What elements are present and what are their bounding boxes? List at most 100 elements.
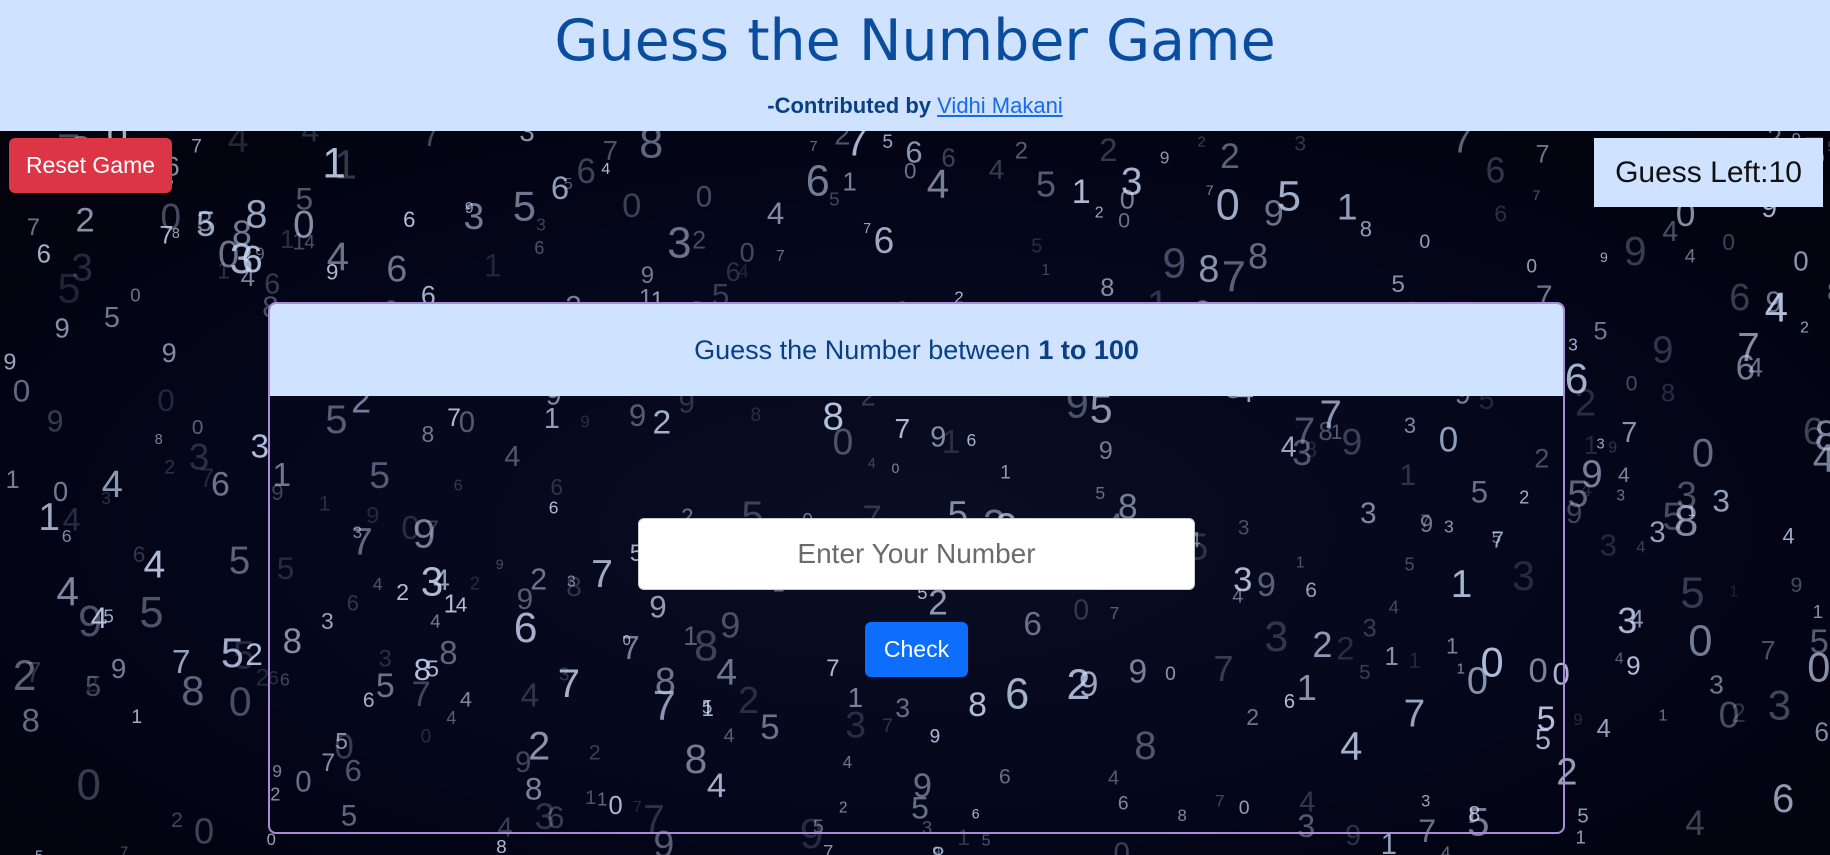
svg-text:8: 8	[932, 843, 945, 855]
svg-text:5: 5	[229, 539, 250, 582]
svg-text:0: 0	[1692, 432, 1714, 476]
svg-text:9: 9	[111, 653, 126, 684]
svg-text:6: 6	[264, 269, 280, 301]
svg-text:3: 3	[667, 220, 691, 268]
svg-text:6: 6	[1729, 277, 1750, 319]
svg-text:1: 1	[1659, 707, 1668, 725]
svg-text:8: 8	[1248, 235, 1268, 276]
svg-text:9: 9	[1624, 228, 1647, 274]
svg-text:9: 9	[1573, 710, 1582, 729]
svg-text:7: 7	[1206, 183, 1214, 199]
svg-text:4: 4	[1615, 651, 1624, 668]
svg-text:6: 6	[133, 542, 146, 567]
svg-text:4: 4	[989, 154, 1005, 185]
svg-text:3: 3	[189, 436, 209, 477]
svg-text:7: 7	[1621, 417, 1637, 449]
svg-text:3: 3	[1121, 160, 1143, 203]
svg-text:7: 7	[422, 131, 440, 153]
svg-text:0: 0	[1688, 618, 1712, 666]
svg-text:6: 6	[905, 134, 922, 169]
svg-text:1: 1	[1041, 262, 1050, 279]
credit-line: -Contributed by Vidhi Makani	[0, 93, 1830, 119]
svg-text:7: 7	[1761, 635, 1776, 665]
svg-text:5: 5	[1031, 236, 1042, 258]
svg-text:0: 0	[1722, 229, 1735, 255]
svg-text:4: 4	[1662, 216, 1678, 248]
svg-text:4: 4	[1441, 843, 1451, 855]
svg-text:1: 1	[1072, 173, 1091, 211]
number-input[interactable]	[638, 518, 1195, 590]
svg-text:5: 5	[1277, 172, 1301, 220]
svg-text:5: 5	[1810, 623, 1829, 661]
reset-game-button[interactable]: Reset Game	[9, 138, 172, 193]
svg-text:1: 1	[843, 168, 857, 196]
svg-text:3: 3	[197, 206, 213, 238]
svg-text:3: 3	[1600, 527, 1617, 562]
svg-text:4: 4	[767, 196, 784, 231]
svg-text:9: 9	[162, 338, 177, 368]
svg-text:1: 1	[1337, 186, 1358, 228]
game-card-header: Guess the Number between 1 to 100	[270, 304, 1563, 396]
svg-text:2: 2	[692, 228, 706, 255]
svg-text:4: 4	[1685, 245, 1696, 267]
svg-text:2: 2	[171, 808, 183, 832]
svg-text:0: 0	[1626, 371, 1638, 395]
svg-text:0: 0	[1719, 694, 1740, 736]
svg-text:4: 4	[1685, 804, 1704, 843]
svg-text:8: 8	[639, 131, 663, 167]
svg-text:6: 6	[577, 152, 596, 191]
svg-text:6: 6	[1736, 349, 1755, 388]
svg-text:6: 6	[1814, 717, 1829, 747]
svg-text:1: 1	[280, 226, 294, 254]
svg-text:1: 1	[1730, 584, 1739, 601]
svg-text:9: 9	[1791, 573, 1803, 597]
svg-text:2: 2	[834, 131, 850, 152]
svg-text:0: 0	[161, 196, 182, 237]
svg-text:4: 4	[301, 131, 319, 149]
svg-text:6: 6	[211, 466, 230, 504]
svg-text:9: 9	[1608, 439, 1617, 456]
svg-text:4: 4	[327, 235, 349, 279]
svg-text:4: 4	[1618, 464, 1630, 487]
svg-text:7: 7	[809, 139, 817, 155]
svg-text:8: 8	[22, 701, 40, 738]
svg-text:6: 6	[874, 219, 895, 261]
svg-text:0: 0	[194, 811, 214, 852]
svg-text:2: 2	[1198, 135, 1206, 151]
svg-text:5: 5	[1036, 163, 1056, 204]
svg-text:3: 3	[1617, 601, 1637, 641]
svg-text:3: 3	[464, 195, 485, 237]
svg-text:7: 7	[27, 214, 40, 241]
svg-text:0: 0	[77, 760, 101, 809]
svg-text:9: 9	[1566, 497, 1582, 530]
svg-text:9: 9	[3, 349, 16, 375]
svg-text:3: 3	[1294, 132, 1306, 156]
author-link[interactable]: Vidhi Makani	[937, 93, 1063, 118]
svg-text:1: 1	[6, 466, 20, 494]
check-button[interactable]: Check	[865, 622, 968, 677]
svg-text:2: 2	[1220, 136, 1240, 176]
svg-text:5: 5	[1577, 805, 1589, 828]
svg-text:7: 7	[603, 135, 618, 166]
svg-text:0: 0	[13, 373, 31, 409]
svg-text:2: 2	[1575, 381, 1596, 424]
svg-text:9: 9	[55, 313, 70, 344]
svg-text:9: 9	[1160, 148, 1170, 168]
svg-text:4: 4	[1597, 715, 1611, 743]
svg-text:3: 3	[1712, 483, 1730, 519]
svg-text:9: 9	[1626, 650, 1641, 680]
svg-text:0: 0	[157, 383, 174, 418]
svg-text:4: 4	[1783, 524, 1795, 549]
svg-text:3: 3	[230, 236, 254, 283]
svg-text:6: 6	[37, 240, 51, 268]
svg-text:1: 1	[1813, 601, 1823, 622]
svg-text:7: 7	[1533, 187, 1541, 203]
svg-text:5: 5	[221, 630, 244, 676]
guesses-left-value: 10	[1768, 155, 1802, 189]
svg-text:4: 4	[1765, 283, 1788, 330]
svg-text:5: 5	[1594, 317, 1608, 345]
svg-text:5: 5	[104, 302, 120, 334]
svg-text:6: 6	[386, 248, 407, 290]
svg-text:3: 3	[536, 215, 546, 235]
guesses-left-counter: Guess Left: 10	[1594, 138, 1823, 207]
